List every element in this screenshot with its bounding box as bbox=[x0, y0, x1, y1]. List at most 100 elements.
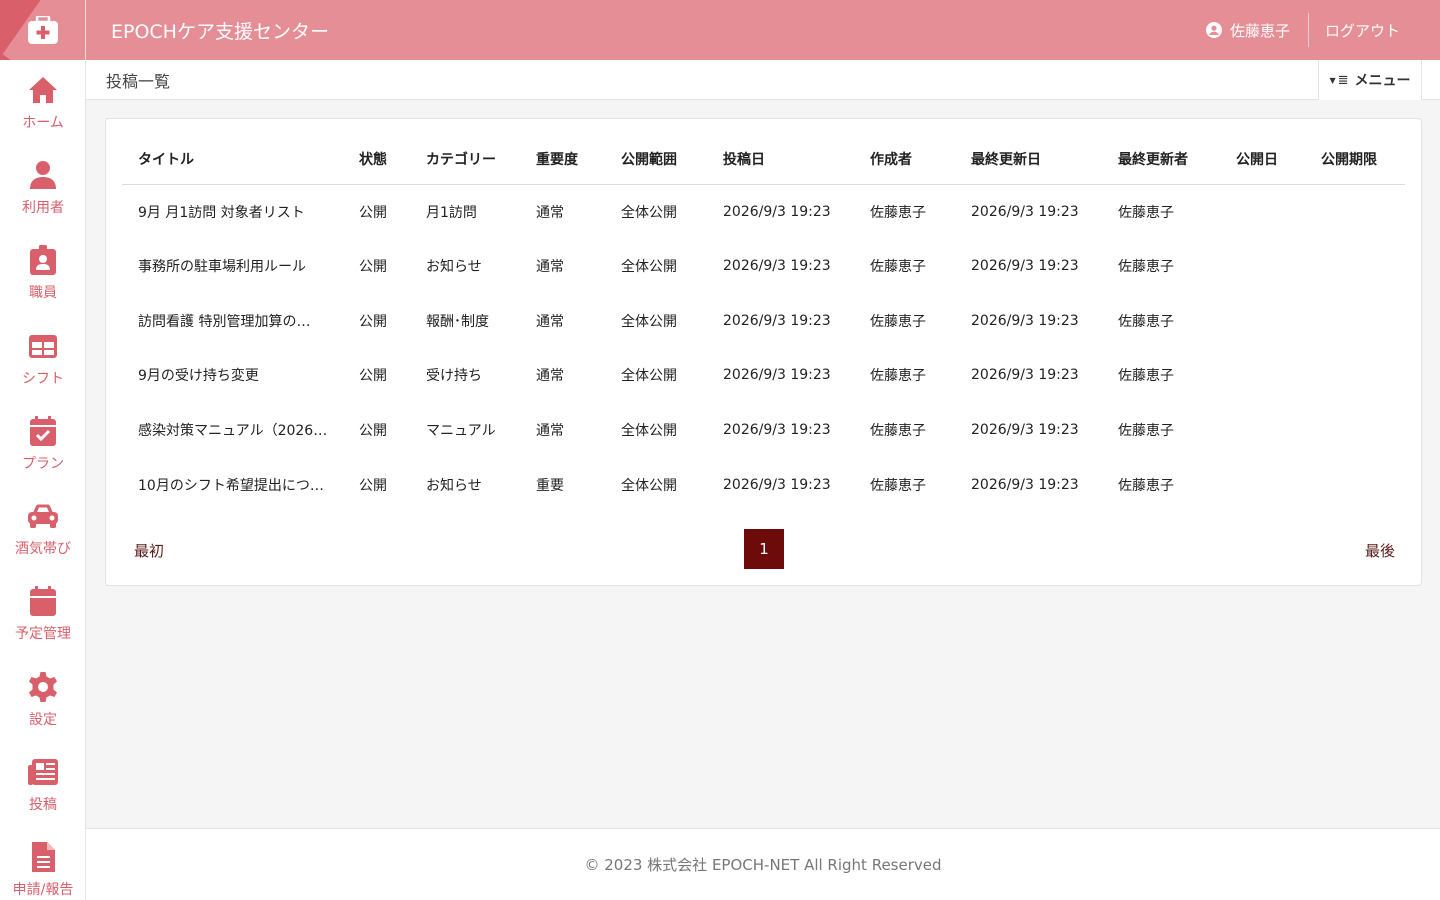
header-status[interactable]: 状態 bbox=[343, 135, 410, 185]
sidebar-item-staff[interactable]: 職員 bbox=[0, 231, 85, 316]
header-publish-deadline[interactable]: 公開期限 bbox=[1305, 135, 1405, 185]
cell-publish-date bbox=[1220, 348, 1305, 403]
table-icon bbox=[29, 334, 57, 358]
sidebar: ホーム 利用者 職員 シフト プラン 酒気帯び 予定管理 設定 投稿 申請/報告 bbox=[0, 0, 86, 900]
sidebar-item-plan[interactable]: プラン bbox=[0, 401, 85, 486]
cell-author: 佐藤恵子 bbox=[870, 204, 926, 221]
top-header: EPOCHケア支援センター 佐藤恵子 ログアウト bbox=[86, 0, 1440, 60]
cell-publish-deadline bbox=[1305, 239, 1405, 294]
cell-importance: 通常 bbox=[536, 368, 564, 385]
cell-post-date: 2026/9/3 19:23 bbox=[723, 476, 831, 493]
table-row[interactable]: 10月のシフト希望提出につ… 公開 お知らせ 重要 全体公開 2026/9/3 … bbox=[122, 457, 1405, 512]
cell-author: 佐藤恵子 bbox=[870, 423, 926, 440]
header-publish-date[interactable]: 公開日 bbox=[1220, 135, 1305, 185]
sidebar-item-label: 職員 bbox=[29, 285, 57, 302]
table-row[interactable]: 事務所の駐車場利用ルール 公開 お知らせ 通常 全体公開 2026/9/3 19… bbox=[122, 239, 1405, 294]
cell-publish-date bbox=[1220, 457, 1305, 512]
cell-title: 事務所の駐車場利用ルール bbox=[138, 259, 306, 276]
cell-post-date: 2026/9/3 19:23 bbox=[723, 422, 831, 439]
user-circle-icon bbox=[1205, 22, 1222, 38]
cell-last-updater: 佐藤恵子 bbox=[1118, 259, 1174, 276]
header-visibility[interactable]: 公開範囲 bbox=[605, 135, 707, 185]
cell-category: 報酬･制度 bbox=[426, 313, 489, 330]
cell-last-updater: 佐藤恵子 bbox=[1118, 477, 1174, 494]
sidebar-item-shift[interactable]: シフト bbox=[0, 316, 85, 401]
cell-publish-date bbox=[1220, 184, 1305, 239]
sidebar-item-label: 設定 bbox=[29, 711, 57, 728]
sidebar-item-label: シフト bbox=[22, 370, 64, 387]
gear-icon bbox=[29, 671, 57, 702]
cell-last-updater: 佐藤恵子 bbox=[1118, 423, 1174, 440]
cell-title: 9月の受け持ち変更 bbox=[138, 368, 259, 385]
cell-visibility: 全体公開 bbox=[621, 313, 677, 330]
sidebar-item-schedule[interactable]: 予定管理 bbox=[0, 572, 85, 657]
cell-post-date: 2026/9/3 19:23 bbox=[723, 258, 831, 275]
sidebar-item-label: プラン bbox=[22, 455, 64, 472]
sidebar-item-settings[interactable]: 設定 bbox=[0, 657, 85, 742]
badge-icon bbox=[30, 245, 56, 276]
sidebar-item-users[interactable]: 利用者 bbox=[0, 145, 85, 230]
medical-kit-icon bbox=[28, 16, 58, 44]
header-category[interactable]: カテゴリー bbox=[410, 135, 520, 185]
cell-importance: 通常 bbox=[536, 313, 564, 330]
cell-publish-date bbox=[1220, 403, 1305, 458]
sidebar-item-requests-reports[interactable]: 申請/報告 bbox=[0, 828, 85, 900]
cell-publish-deadline bbox=[1305, 403, 1405, 458]
sidebar-item-home[interactable]: ホーム bbox=[0, 60, 85, 145]
cell-visibility: 全体公開 bbox=[621, 477, 677, 494]
header-importance[interactable]: 重要度 bbox=[520, 135, 605, 185]
table-row[interactable]: 9月 月1訪問 対象者リスト 公開 月1訪問 通常 全体公開 2026/9/3 … bbox=[122, 184, 1405, 239]
user-name: 佐藤恵子 bbox=[1229, 21, 1290, 40]
table-row[interactable]: 訪問看護 特別管理加算の… 公開 報酬･制度 通常 全体公開 2026/9/3 … bbox=[122, 293, 1405, 348]
sub-header: 投稿一覧 ▼ ≣ メニュー bbox=[86, 60, 1440, 100]
cell-title: 9月 月1訪問 対象者リスト bbox=[138, 204, 305, 221]
sidebar-item-posts[interactable]: 投稿 bbox=[0, 742, 85, 827]
sidebar-item-label: ホーム bbox=[22, 114, 64, 131]
sidebar-item-alcohol-check[interactable]: 酒気帯び bbox=[0, 486, 85, 571]
pagination-last-link[interactable]: 最後 bbox=[1365, 540, 1395, 561]
sidebar-item-label: 予定管理 bbox=[15, 626, 71, 643]
cell-category: 受け持ち bbox=[426, 368, 482, 385]
cell-last-updated: 2026/9/3 19:23 bbox=[971, 203, 1079, 220]
cell-title: 訪問看護 特別管理加算の… bbox=[138, 313, 311, 330]
cell-importance: 通常 bbox=[536, 259, 564, 276]
cell-author: 佐藤恵子 bbox=[870, 259, 926, 276]
cell-author: 佐藤恵子 bbox=[870, 368, 926, 385]
table-row[interactable]: 9月の受け持ち変更 公開 受け持ち 通常 全体公開 2026/9/3 19:23… bbox=[122, 348, 1405, 403]
app-logo[interactable] bbox=[0, 0, 85, 60]
cell-status: 公開 bbox=[359, 477, 387, 494]
header-post-date[interactable]: 投稿日 bbox=[707, 135, 854, 185]
cell-last-updater: 佐藤恵子 bbox=[1118, 368, 1174, 385]
sidebar-item-label: 申請/報告 bbox=[12, 882, 74, 899]
cell-last-updated: 2026/9/3 19:23 bbox=[971, 367, 1079, 384]
cell-publish-deadline bbox=[1305, 293, 1405, 348]
cell-importance: 通常 bbox=[536, 423, 564, 440]
header-right: 佐藤恵子 ログアウト bbox=[1205, 0, 1440, 60]
header-title[interactable]: タイトル bbox=[122, 135, 343, 185]
cell-last-updated: 2026/9/3 19:23 bbox=[971, 258, 1079, 275]
table-row[interactable]: 感染対策マニュアル（2026… 公開 マニュアル 通常 全体公開 2026/9/… bbox=[122, 403, 1405, 458]
cell-status: 公開 bbox=[359, 423, 387, 440]
pagination-current-page[interactable]: 1 bbox=[744, 529, 784, 569]
cell-importance: 通常 bbox=[536, 204, 564, 221]
logout-button[interactable]: ログアウト bbox=[1309, 20, 1440, 41]
cell-visibility: 全体公開 bbox=[621, 368, 677, 385]
newspaper-icon bbox=[28, 759, 58, 786]
copyright-text: © 2023 株式会社 EPOCH-NET All Right Reserved bbox=[584, 856, 942, 874]
header-last-updater[interactable]: 最終更新者 bbox=[1102, 135, 1220, 185]
sidebar-item-label: 利用者 bbox=[22, 199, 64, 216]
footer: © 2023 株式会社 EPOCH-NET All Right Reserved bbox=[86, 828, 1440, 900]
cell-visibility: 全体公開 bbox=[621, 423, 677, 440]
page-title: 投稿一覧 bbox=[106, 72, 171, 91]
calendar-icon bbox=[30, 586, 56, 617]
posts-table: タイトル 状態 カテゴリー 重要度 公開範囲 投稿日 作成者 最終更新日 最終更… bbox=[122, 135, 1405, 512]
app-title: EPOCHケア支援センター bbox=[111, 20, 329, 43]
menu-button[interactable]: ▼ ≣ メニュー bbox=[1318, 60, 1422, 100]
header-author[interactable]: 作成者 bbox=[854, 135, 955, 185]
header-last-updated[interactable]: 最終更新日 bbox=[955, 135, 1102, 185]
pagination-first-link[interactable]: 最初 bbox=[134, 540, 164, 561]
user-info[interactable]: 佐藤恵子 bbox=[1205, 13, 1309, 47]
caret-down-icon: ▼ bbox=[1329, 75, 1336, 85]
cell-publish-deadline bbox=[1305, 184, 1405, 239]
cell-publish-date bbox=[1220, 293, 1305, 348]
